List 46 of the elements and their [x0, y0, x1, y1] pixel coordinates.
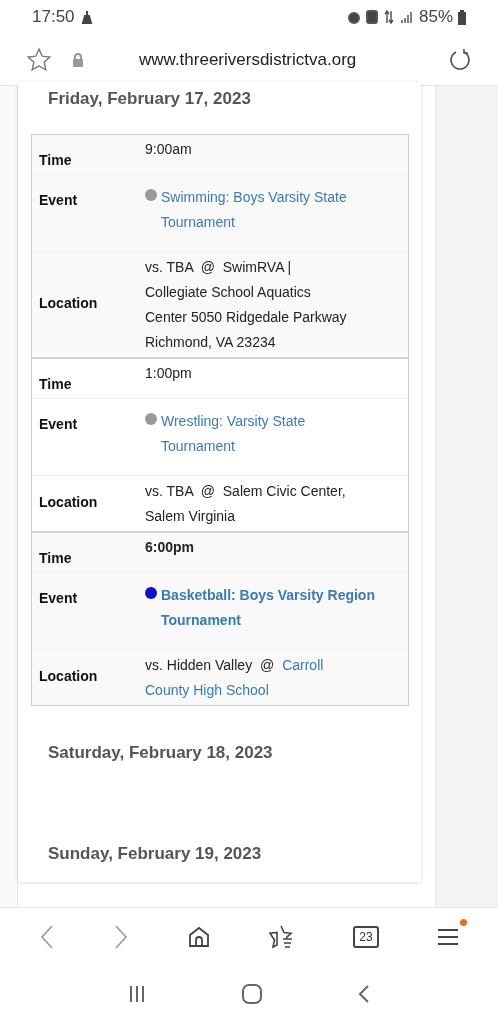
tabs-button[interactable]: 23 — [353, 925, 379, 948]
forward-icon[interactable] — [113, 923, 129, 950]
back-icon[interactable] — [39, 923, 55, 950]
signal-icon — [399, 11, 414, 23]
venue-link[interactable]: County High School — [145, 677, 269, 703]
event-time: 9:00am — [145, 139, 192, 159]
data-transfer-icon — [382, 10, 395, 24]
event-link[interactable]: Swimming: Boys Varsity State Tournament — [161, 184, 380, 235]
location-text: vs. TBA @ Salem Civic Center, — [145, 481, 346, 501]
venue-link[interactable]: Carroll — [282, 652, 324, 678]
menu-icon[interactable] — [437, 926, 459, 947]
event-time: 6:00pm — [145, 537, 195, 557]
row-label: Event — [38, 190, 79, 210]
back-button-icon[interactable] — [358, 984, 370, 1004]
home-button-icon[interactable] — [242, 984, 262, 1004]
row-label: Time — [38, 150, 73, 170]
row-label: Event — [38, 414, 79, 434]
location-text: Collegiate School Aquatics — [145, 282, 311, 302]
event-link[interactable]: Wrestling: Varsity State Tournament — [161, 408, 380, 459]
date-heading: Saturday, February 18, 2023 — [47, 741, 274, 764]
event-link[interactable]: Basketball: Boys Varsity Region Tournament — [161, 582, 380, 633]
lock-icon — [72, 52, 84, 67]
battery-icon — [458, 9, 466, 25]
date-heading: Friday, February 17, 2023 — [47, 88, 252, 110]
url-text[interactable]: www.threeriversdistrictva.org — [139, 46, 357, 73]
row-label: Location — [38, 492, 99, 512]
reload-icon[interactable] — [448, 47, 472, 72]
alarm-icon — [346, 10, 361, 24]
clock-time: 17:50 — [32, 6, 75, 29]
bookmark-star-icon[interactable] — [26, 46, 52, 73]
row-label: Location — [38, 293, 99, 313]
location-text: Center 5050 Ridgedale Parkway — [145, 307, 347, 327]
date-heading: Sunday, February 19, 2023 — [47, 843, 263, 865]
home-icon[interactable] — [187, 924, 211, 949]
event-time: 1:00pm — [145, 363, 192, 383]
data-saver-icon — [365, 10, 378, 24]
row-label: Location — [38, 666, 99, 686]
location-text: Richmond, VA 23234 — [145, 332, 276, 352]
row-label: Time — [38, 374, 73, 394]
recent-apps-icon[interactable] — [128, 984, 146, 1004]
location-text: Salem Virginia — [145, 506, 235, 526]
location-text: vs. Hidden Valley @ — [145, 655, 275, 675]
battery-percent: 85% — [418, 6, 453, 29]
location-text: vs. TBA @ SwimRVA | — [145, 257, 292, 277]
row-label: Time — [38, 548, 73, 568]
row-label: Event — [38, 588, 79, 608]
